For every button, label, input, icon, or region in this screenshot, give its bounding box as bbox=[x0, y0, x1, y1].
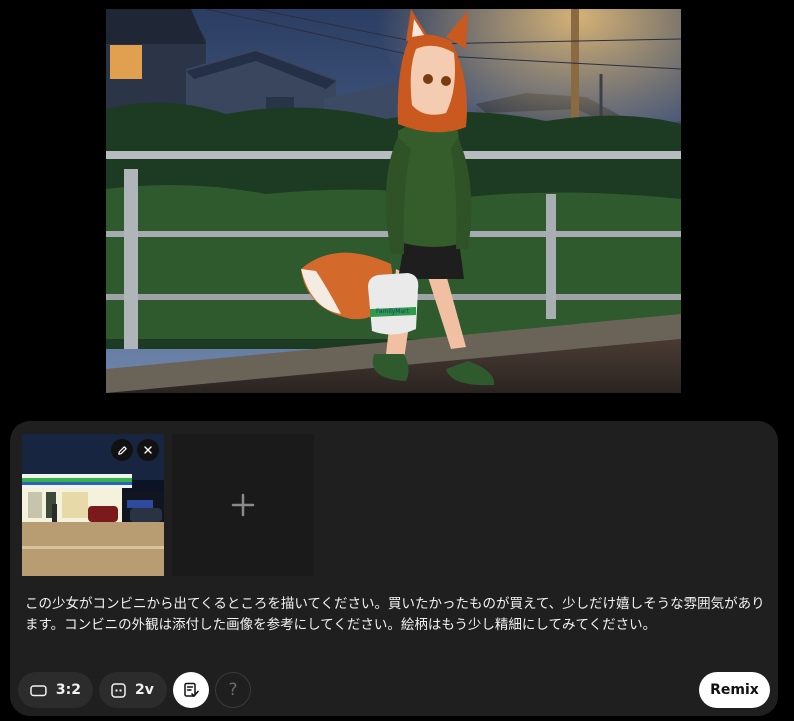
variants-icon bbox=[111, 682, 126, 698]
fox-girl-illustration: FamilyMart bbox=[106, 9, 681, 393]
aspect-ratio-icon bbox=[30, 684, 47, 696]
pencil-icon bbox=[117, 445, 127, 455]
preset-button[interactable] bbox=[173, 672, 209, 708]
prompt-textarea[interactable]: この少女がコンビニから出てくるところを描いてください。買いたかったものが買えて、… bbox=[25, 594, 765, 636]
close-icon bbox=[144, 446, 152, 454]
remix-button[interactable]: Remix bbox=[699, 672, 770, 708]
aspect-ratio-button[interactable]: 3:2 bbox=[18, 672, 93, 708]
preset-list-icon bbox=[184, 682, 199, 697]
attachment-thumbnail[interactable] bbox=[22, 434, 164, 576]
plus-icon bbox=[231, 493, 255, 517]
composer-panel: この少女がコンビニから出てくるところを描いてください。買いたかったものが買えて、… bbox=[10, 421, 778, 716]
variants-button[interactable]: 2v bbox=[99, 672, 167, 708]
bag-logo-text: FamilyMart bbox=[376, 308, 410, 315]
help-button[interactable]: ? bbox=[215, 672, 251, 708]
variants-label: 2v bbox=[135, 682, 154, 698]
remove-attachment-button[interactable] bbox=[137, 439, 159, 461]
add-attachment-button[interactable] bbox=[172, 434, 314, 576]
edit-attachment-button[interactable] bbox=[111, 439, 133, 461]
aspect-ratio-label: 3:2 bbox=[55, 682, 81, 698]
generated-image[interactable]: FamilyMart bbox=[106, 9, 681, 393]
